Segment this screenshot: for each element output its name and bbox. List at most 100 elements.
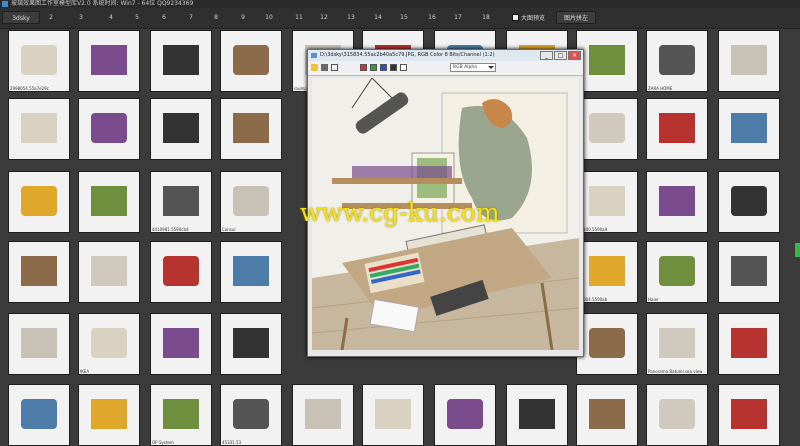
model-thumbnail[interactable] — [362, 384, 424, 446]
model-thumbnail[interactable] — [576, 30, 638, 92]
thumbnail-object — [659, 45, 695, 75]
model-thumbnail[interactable]: OP System — [150, 384, 212, 446]
thumbnail-object — [163, 328, 199, 358]
model-thumbnail[interactable] — [718, 171, 780, 233]
page-button[interactable]: 16 — [426, 12, 438, 23]
model-thumbnail[interactable] — [8, 384, 70, 446]
model-thumbnail[interactable] — [8, 241, 70, 303]
thumbnail-object — [731, 399, 767, 429]
model-thumbnail[interactable]: Haier — [646, 241, 708, 303]
model-thumbnail[interactable] — [220, 313, 282, 375]
large-preview-checkbox[interactable] — [512, 14, 519, 21]
model-thumbnail[interactable] — [78, 171, 140, 233]
page-button[interactable]: 7 — [185, 12, 197, 23]
model-thumbnail[interactable] — [78, 241, 140, 303]
swatch-black[interactable] — [390, 64, 397, 71]
model-thumbnail[interactable] — [78, 384, 140, 446]
model-thumbnail[interactable]: 2998054.55a7e29c — [8, 30, 70, 92]
open-folder-icon[interactable] — [311, 64, 318, 71]
model-thumbnail[interactable] — [434, 384, 496, 446]
model-thumbnail[interactable]: ZARA HOME — [646, 30, 708, 92]
page-button[interactable]: 4 — [105, 12, 117, 23]
thumbnail-object — [21, 113, 57, 143]
model-thumbnail[interactable] — [8, 171, 70, 233]
scrollbar-thumb[interactable] — [795, 243, 800, 257]
page-button[interactable]: 5 — [131, 12, 143, 23]
crop-icon[interactable] — [331, 64, 338, 71]
model-thumbnail[interactable] — [150, 241, 212, 303]
model-thumbnail[interactable] — [718, 313, 780, 375]
model-thumbnail[interactable]: 44340.5590a9 — [576, 171, 638, 233]
thumbnail-object — [91, 45, 127, 75]
thumbnail-object — [163, 186, 199, 216]
thumbnail-caption: Consul — [222, 227, 236, 232]
model-thumbnail[interactable] — [220, 30, 282, 92]
model-thumbnail[interactable] — [78, 30, 140, 92]
model-thumbnail[interactable] — [576, 384, 638, 446]
model-thumbnail[interactable] — [150, 30, 212, 92]
save-icon[interactable] — [321, 64, 328, 71]
model-thumbnail[interactable] — [718, 384, 780, 446]
model-thumbnail[interactable] — [646, 98, 708, 160]
page-button[interactable]: 13 — [345, 12, 357, 23]
page-button[interactable]: 2 — [45, 12, 57, 23]
model-thumbnail[interactable] — [576, 98, 638, 160]
thumbnail-caption: Panorama Batumi sea view — [648, 369, 703, 374]
chevron-down-icon[interactable] — [488, 66, 494, 69]
thumbnail-object — [91, 186, 127, 216]
minimize-button[interactable]: _ — [540, 51, 553, 60]
category-button-3dsky[interactable]: 3dsky — [2, 11, 40, 24]
thumbnail-object — [731, 256, 767, 286]
thumbnail-object — [233, 113, 269, 143]
swatch-blue[interactable] — [380, 64, 387, 71]
page-button[interactable]: 6 — [158, 12, 170, 23]
page-button[interactable]: 12 — [318, 12, 330, 23]
thumbnail-object — [731, 186, 767, 216]
model-thumbnail[interactable] — [220, 98, 282, 160]
model-thumbnail[interactable]: IKEA — [78, 313, 140, 375]
window-title: 玻璃效果图工作室模型库V2.0 系统时间: Win7 - 64位 QQ92343… — [11, 0, 194, 7]
model-thumbnail[interactable]: 4410981.5590cb4 — [150, 171, 212, 233]
model-thumbnail[interactable]: Panorama Batumi sea view — [646, 313, 708, 375]
thumbnail-object — [21, 399, 57, 429]
thumbnail-object — [163, 399, 199, 429]
model-thumbnail[interactable] — [8, 313, 70, 375]
model-thumbnail[interactable] — [646, 384, 708, 446]
model-thumbnail[interactable]: Consul — [220, 171, 282, 233]
swatch-white[interactable] — [400, 64, 407, 71]
thumbnail-object — [659, 256, 695, 286]
thumbnail-object — [163, 256, 199, 286]
page-button[interactable]: 11 — [293, 12, 305, 23]
model-thumbnail[interactable] — [576, 313, 638, 375]
page-button[interactable]: 18 — [480, 12, 492, 23]
model-thumbnail[interactable] — [718, 30, 780, 92]
model-thumbnail[interactable] — [8, 98, 70, 160]
model-thumbnail[interactable] — [718, 98, 780, 160]
model-thumbnail[interactable]: 45331.53 — [220, 384, 282, 446]
thumbnail-object — [233, 256, 269, 286]
model-thumbnail[interactable] — [646, 171, 708, 233]
model-thumbnail[interactable]: 44004.5590ab — [576, 241, 638, 303]
model-thumbnail[interactable] — [150, 313, 212, 375]
model-thumbnail[interactable] — [150, 98, 212, 160]
page-button[interactable]: 15 — [398, 12, 410, 23]
maximize-button[interactable]: □ — [554, 51, 567, 60]
page-button[interactable]: 9 — [237, 12, 249, 23]
page-button[interactable]: 3 — [75, 12, 87, 23]
swatch-green[interactable] — [370, 64, 377, 71]
model-thumbnail[interactable] — [220, 241, 282, 303]
page-button[interactable]: 14 — [372, 12, 384, 23]
swatch-red[interactable] — [360, 64, 367, 71]
thumbnail-caption: ZARA HOME — [648, 86, 673, 91]
page-button[interactable]: 8 — [210, 12, 222, 23]
model-thumbnail[interactable] — [506, 384, 568, 446]
page-button[interactable]: 10 — [263, 12, 275, 23]
model-thumbnail[interactable] — [292, 384, 354, 446]
thumbnail-object — [163, 45, 199, 75]
viewer-toolbar: RGB Alpha — [308, 61, 583, 76]
model-thumbnail[interactable] — [718, 241, 780, 303]
close-button[interactable]: ✕ — [568, 51, 581, 60]
page-button[interactable]: 17 — [452, 12, 464, 23]
model-thumbnail[interactable] — [78, 98, 140, 160]
image-align-left-button[interactable]: 图片拼左 — [556, 11, 596, 24]
